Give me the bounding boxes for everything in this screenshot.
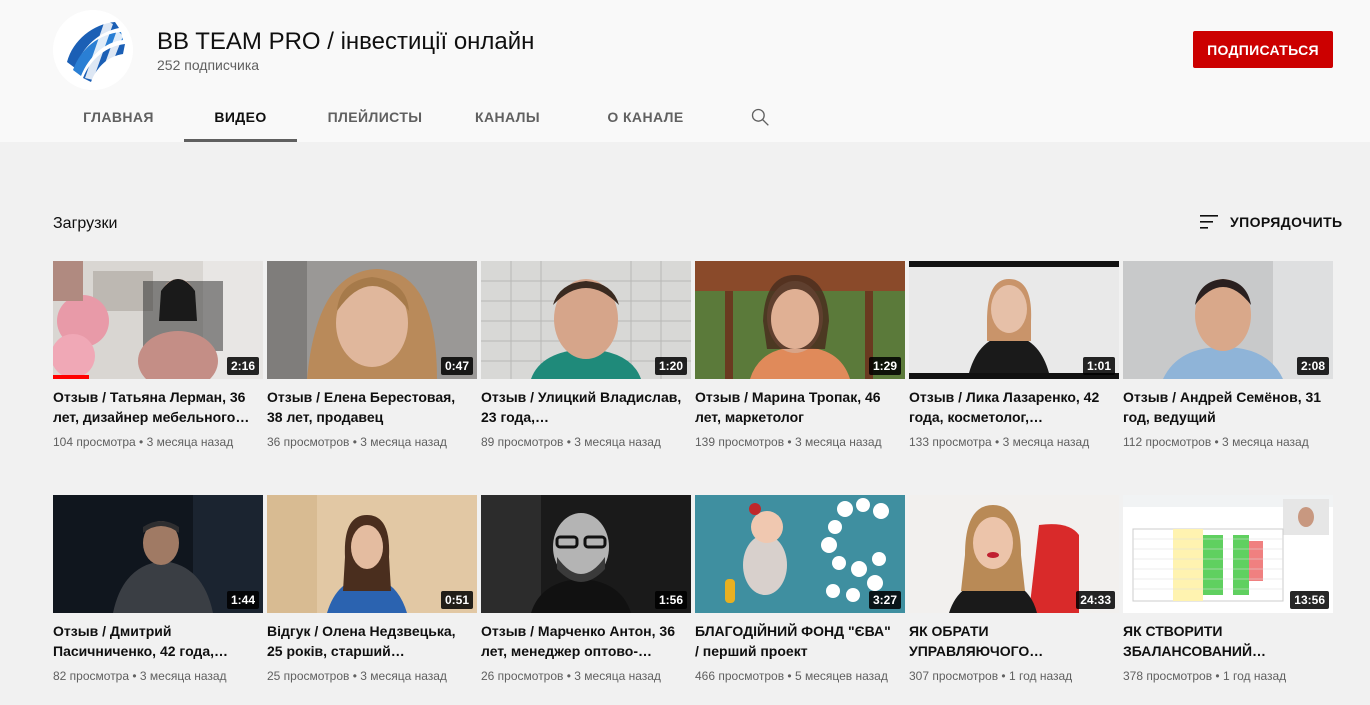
- video-meta: 104 просмотра • 3 месяца назад: [53, 435, 234, 449]
- video-card[interactable]: 2:16 Отзыв / Татьяна Лерман, 36 лет, диз…: [53, 261, 263, 495]
- video-meta: 466 просмотров • 5 месяцев назад: [695, 669, 888, 683]
- video-card[interactable]: 0:47 Отзыв / Елена Берестовая, 38 лет, п…: [267, 261, 477, 495]
- video-card[interactable]: 1:01 Отзыв / Лика Лазаренко, 42 года, ко…: [909, 261, 1119, 495]
- video-title[interactable]: Отзыв / Дмитрий Пасичниченко, 42 года,…: [53, 621, 263, 661]
- video-thumbnail[interactable]: 1:56: [481, 495, 691, 613]
- video-card[interactable]: 1:56 Отзыв / Марченко Антон, 36 лет, мен…: [481, 495, 691, 705]
- video-meta: 36 просмотров • 3 месяца назад: [267, 435, 447, 449]
- tab-about[interactable]: О КАНАЛЕ: [562, 92, 729, 142]
- video-duration: 1:56: [654, 591, 687, 609]
- video-meta: 25 просмотров • 3 месяца назад: [267, 669, 447, 683]
- sort-button[interactable]: УПОРЯДОЧИТЬ: [1198, 213, 1343, 231]
- video-title[interactable]: Отзыв / Елена Берестовая, 38 лет, продав…: [267, 387, 477, 427]
- search-icon[interactable]: [750, 107, 770, 127]
- video-thumbnail[interactable]: 1:44: [53, 495, 263, 613]
- video-thumbnail[interactable]: 13:56: [1123, 495, 1333, 613]
- video-title[interactable]: Отзыв / Лика Лазаренко, 42 года, космето…: [909, 387, 1119, 427]
- channel-tabs: ГЛАВНАЯ ВИДЕО ПЛЕЙЛИСТЫ КАНАЛЫ О КАНАЛЕ: [53, 92, 729, 142]
- video-thumbnail[interactable]: 3:27: [695, 495, 905, 613]
- video-meta: 82 просмотра • 3 месяца назад: [53, 669, 227, 683]
- channel-header: BB TEAM PRO / інвестиції онлайн 252 подп…: [0, 0, 1370, 142]
- video-meta: 307 просмотров • 1 год назад: [909, 669, 1073, 683]
- video-thumbnail[interactable]: 1:01: [909, 261, 1119, 379]
- tab-videos[interactable]: ВИДЕО: [184, 92, 297, 142]
- video-card[interactable]: 1:44 Отзыв / Дмитрий Пасичниченко, 42 го…: [53, 495, 263, 705]
- video-meta: 378 просмотров • 1 год назад: [1123, 669, 1287, 683]
- video-title[interactable]: Відгук / Олена Недзвецька, 25 років, ста…: [267, 621, 477, 661]
- video-title[interactable]: Отзыв / Улицкий Владислав, 23 года,…: [481, 387, 691, 427]
- video-thumbnail[interactable]: 24:33: [909, 495, 1119, 613]
- video-card[interactable]: 24:33 ЯК ОБРАТИ УПРАВЛЯЮЧОГО… 307 просмо…: [909, 495, 1119, 705]
- video-thumbnail[interactable]: 2:08: [1123, 261, 1333, 379]
- video-title[interactable]: Отзыв / Марченко Антон, 36 лет, менеджер…: [481, 621, 691, 661]
- video-meta: 139 просмотров • 3 месяца назад: [695, 435, 882, 449]
- video-duration: 24:33: [1076, 591, 1115, 609]
- channel-name: BB TEAM PRO / інвестиції онлайн: [157, 28, 535, 55]
- video-card[interactable]: 1:20 Отзыв / Улицкий Владислав, 23 года,…: [481, 261, 691, 495]
- video-card[interactable]: 1:29 Отзыв / Марина Тропак, 46 лет, марк…: [695, 261, 905, 495]
- bb-team-logo-icon: [53, 10, 133, 90]
- video-thumbnail[interactable]: 2:16: [53, 261, 263, 379]
- video-duration: 0:47: [440, 357, 473, 375]
- video-duration: 1:20: [654, 357, 687, 375]
- video-title[interactable]: ЯК СТВОРИТИ ЗБАЛАНСОВАНИЙ…: [1123, 621, 1333, 661]
- video-grid: 2:16 Отзыв / Татьяна Лерман, 36 лет, диз…: [53, 261, 1335, 705]
- video-title[interactable]: Отзыв / Марина Тропак, 46 лет, маркетоло…: [695, 387, 905, 427]
- video-duration: 2:08: [1296, 357, 1329, 375]
- tab-home[interactable]: ГЛАВНАЯ: [53, 92, 184, 142]
- subscriber-count: 252 подписчика: [157, 57, 260, 73]
- video-title[interactable]: Отзыв / Татьяна Лерман, 36 лет, дизайнер…: [53, 387, 263, 427]
- sort-label: УПОРЯДОЧИТЬ: [1230, 214, 1343, 230]
- sort-icon: [1200, 215, 1218, 229]
- video-thumbnail[interactable]: 1:20: [481, 261, 691, 379]
- video-title[interactable]: БЛАГОДІЙНИЙ ФОНД "ЄВА" / перший проект: [695, 621, 905, 661]
- video-duration: 13:56: [1290, 591, 1329, 609]
- video-duration: 1:44: [226, 591, 259, 609]
- video-card[interactable]: 2:08 Отзыв / Андрей Семёнов, 31 год, вед…: [1123, 261, 1333, 495]
- video-duration: 2:16: [226, 357, 259, 375]
- video-card[interactable]: 13:56 ЯК СТВОРИТИ ЗБАЛАНСОВАНИЙ… 378 про…: [1123, 495, 1333, 705]
- video-thumbnail[interactable]: 1:29: [695, 261, 905, 379]
- channel-avatar[interactable]: [53, 10, 133, 90]
- video-meta: 133 просмотра • 3 месяца назад: [909, 435, 1090, 449]
- video-card[interactable]: 0:51 Відгук / Олена Недзвецька, 25 років…: [267, 495, 477, 705]
- section-title: Загрузки: [53, 215, 118, 232]
- video-duration: 1:29: [868, 357, 901, 375]
- tab-channels[interactable]: КАНАЛЫ: [453, 92, 562, 142]
- video-title[interactable]: ЯК ОБРАТИ УПРАВЛЯЮЧОГО…: [909, 621, 1119, 661]
- video-duration: 3:27: [868, 591, 901, 609]
- video-meta: 112 просмотров • 3 месяца назад: [1123, 435, 1309, 449]
- video-duration: 1:01: [1082, 357, 1115, 375]
- video-duration: 0:51: [440, 591, 473, 609]
- video-title[interactable]: Отзыв / Андрей Семёнов, 31 год, ведущий: [1123, 387, 1333, 427]
- video-meta: 89 просмотров • 3 месяца назад: [481, 435, 661, 449]
- watch-progress: [53, 375, 89, 379]
- video-meta: 26 просмотров • 3 месяца назад: [481, 669, 661, 683]
- tab-playlists[interactable]: ПЛЕЙЛИСТЫ: [297, 92, 453, 142]
- video-card[interactable]: 3:27 БЛАГОДІЙНИЙ ФОНД "ЄВА" / перший про…: [695, 495, 905, 705]
- video-thumbnail[interactable]: 0:47: [267, 261, 477, 379]
- subscribe-button[interactable]: ПОДПИСАТЬСЯ: [1193, 31, 1333, 68]
- video-thumbnail[interactable]: 0:51: [267, 495, 477, 613]
